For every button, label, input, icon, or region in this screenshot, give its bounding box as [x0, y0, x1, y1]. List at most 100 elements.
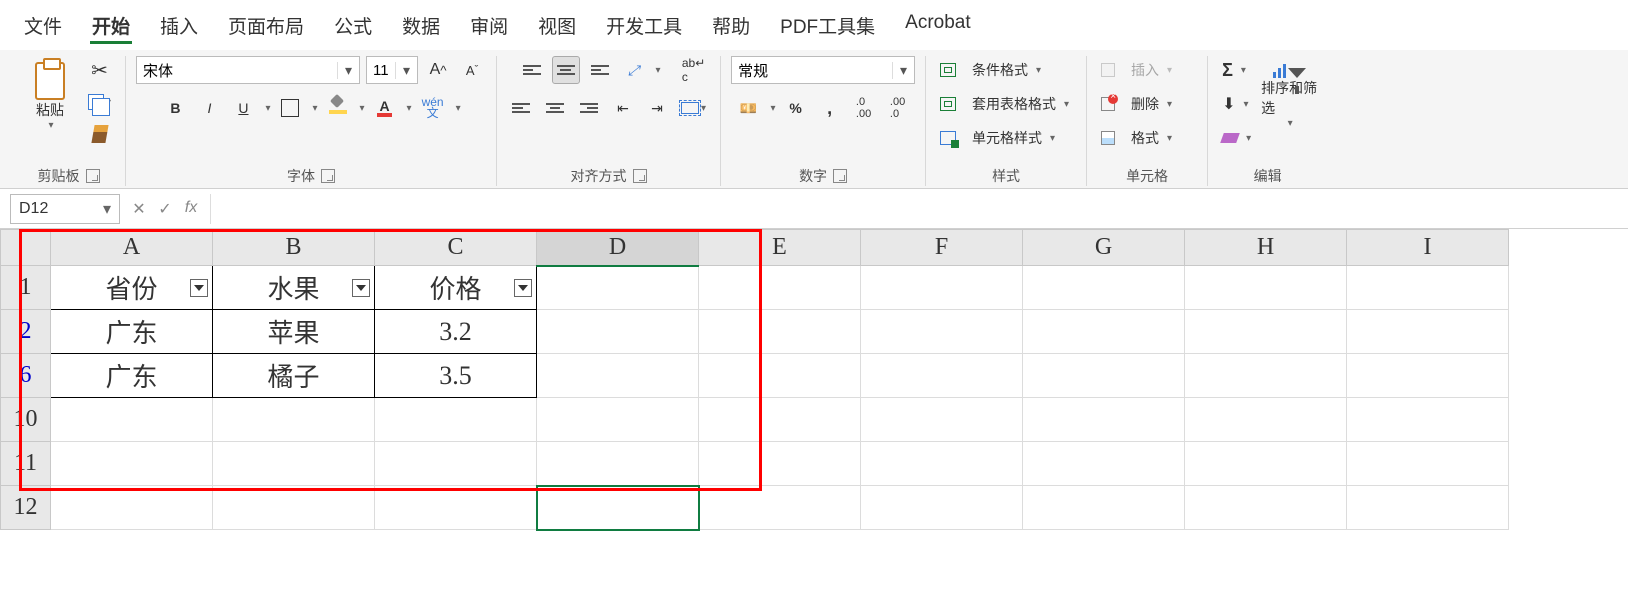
cell[interactable]: 价格 [375, 266, 537, 310]
cell[interactable] [1023, 354, 1185, 398]
cell[interactable] [1347, 442, 1509, 486]
row-header[interactable]: 10 [1, 398, 51, 442]
cell[interactable] [213, 398, 375, 442]
tab-data[interactable]: 数据 [400, 10, 442, 44]
chevron-down-icon[interactable]: ▾ [337, 62, 359, 79]
underline-button[interactable]: U [229, 94, 257, 122]
column-header[interactable]: A [51, 230, 213, 266]
column-header[interactable]: B [213, 230, 375, 266]
increase-font-button[interactable]: A^ [424, 56, 452, 84]
cell[interactable] [51, 398, 213, 442]
decrease-decimal-button[interactable]: .00.0 [884, 94, 912, 122]
cell-style-button[interactable]: 单元格样式▾ [936, 124, 1076, 152]
align-center-button[interactable] [541, 94, 569, 122]
autosum-button[interactable]: Σ▾ [1218, 56, 1250, 84]
cell[interactable] [699, 266, 861, 310]
number-format-combo[interactable]: ▾ [731, 56, 915, 84]
cell[interactable] [213, 486, 375, 530]
tab-pdf[interactable]: PDF工具集 [778, 10, 877, 44]
chevron-down-icon[interactable]: ▾ [48, 120, 53, 131]
cell[interactable] [861, 398, 1023, 442]
border-button[interactable] [276, 94, 304, 122]
cell[interactable] [1185, 398, 1347, 442]
table-format-button[interactable]: 套用表格格式▾ [936, 90, 1076, 118]
comma-button[interactable]: , [816, 94, 844, 122]
cell[interactable] [699, 354, 861, 398]
cell[interactable] [1023, 398, 1185, 442]
chevron-down-icon[interactable]: ▾ [1243, 99, 1248, 110]
cell[interactable] [537, 398, 699, 442]
cell[interactable] [1185, 486, 1347, 530]
cell[interactable]: 省份 [51, 266, 213, 310]
cell[interactable] [537, 486, 699, 530]
orientation-button[interactable]: ⤢ [620, 56, 648, 84]
delete-cell-button[interactable]: 删除▾ [1097, 90, 1197, 118]
cell[interactable] [1023, 486, 1185, 530]
cell[interactable] [213, 442, 375, 486]
insert-cell-button[interactable]: 插入▾ [1097, 56, 1197, 84]
chevron-down-icon[interactable]: ▾ [456, 103, 461, 114]
chevron-down-icon[interactable]: ▾ [656, 65, 661, 76]
cell[interactable] [1185, 442, 1347, 486]
cell[interactable] [51, 486, 213, 530]
select-all-corner[interactable] [1, 230, 51, 266]
chevron-down-icon[interactable]: ▾ [395, 62, 417, 79]
increase-indent-button[interactable]: ⇥ [643, 94, 671, 122]
cut-button[interactable]: ✂ [86, 56, 114, 84]
decrease-font-button[interactable]: Aˇ [458, 56, 486, 84]
format-painter-button[interactable] [86, 120, 114, 148]
cell[interactable] [537, 266, 699, 310]
cell[interactable] [1347, 310, 1509, 354]
bold-button[interactable]: B [161, 94, 189, 122]
cell[interactable] [1185, 354, 1347, 398]
clipboard-launcher[interactable] [86, 169, 100, 183]
chevron-down-icon[interactable]: ▾ [1241, 65, 1246, 76]
cell[interactable] [1347, 266, 1509, 310]
copy-button[interactable]: ▾ [84, 88, 115, 116]
cell[interactable]: 水果 [213, 266, 375, 310]
cell[interactable] [1347, 486, 1509, 530]
cell[interactable] [861, 266, 1023, 310]
cell[interactable] [51, 442, 213, 486]
font-name-input[interactable] [137, 57, 337, 83]
cell[interactable] [1023, 266, 1185, 310]
grid[interactable]: ABCDEFGHI 1省份水果价格2广东苹果3.26广东橘子3.5101112 [0, 229, 1509, 530]
column-header[interactable]: H [1185, 230, 1347, 266]
row-header[interactable]: 6 [1, 354, 51, 398]
column-header[interactable]: I [1347, 230, 1509, 266]
chevron-down-icon[interactable]: ▾ [1167, 99, 1172, 110]
cell[interactable] [1185, 310, 1347, 354]
fx-button[interactable]: fx [180, 199, 202, 219]
cell[interactable] [699, 310, 861, 354]
cell[interactable]: 广东 [51, 354, 213, 398]
cell[interactable] [699, 398, 861, 442]
cell[interactable] [375, 442, 537, 486]
decrease-indent-button[interactable]: ⇤ [609, 94, 637, 122]
cell[interactable] [1347, 354, 1509, 398]
cell[interactable] [537, 442, 699, 486]
font-size-input[interactable] [367, 57, 395, 83]
row-header[interactable]: 2 [1, 310, 51, 354]
cell[interactable] [1023, 442, 1185, 486]
filter-dropdown-button[interactable] [190, 279, 208, 297]
align-top-button[interactable] [518, 56, 546, 84]
chevron-down-icon[interactable]: ▾ [1064, 99, 1069, 110]
cell[interactable] [861, 442, 1023, 486]
cell[interactable] [861, 310, 1023, 354]
cell[interactable] [861, 486, 1023, 530]
align-bottom-button[interactable] [586, 56, 614, 84]
tab-view[interactable]: 视图 [536, 10, 578, 44]
column-header[interactable]: C [375, 230, 537, 266]
italic-button[interactable]: I [195, 94, 223, 122]
cell[interactable] [537, 310, 699, 354]
chevron-down-icon[interactable]: ▾ [701, 103, 706, 114]
tab-review[interactable]: 审阅 [468, 10, 510, 44]
chevron-down-icon[interactable]: ▾ [407, 103, 412, 114]
cell[interactable] [537, 354, 699, 398]
chevron-down-icon[interactable]: ▾ [1050, 133, 1055, 144]
clear-button[interactable]: ▾ [1218, 124, 1255, 152]
font-color-button[interactable]: A [371, 94, 399, 122]
cell[interactable] [375, 398, 537, 442]
tab-help[interactable]: 帮助 [710, 10, 752, 44]
cell[interactable] [1023, 310, 1185, 354]
